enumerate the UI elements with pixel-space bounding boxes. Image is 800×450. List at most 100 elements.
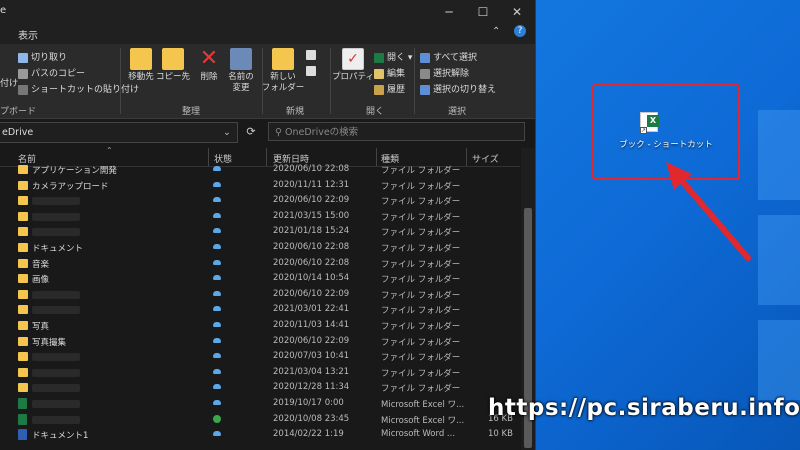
- new-item-icon[interactable]: [306, 50, 319, 61]
- edit-button[interactable]: 編集: [374, 66, 405, 79]
- file-name: アプリケーション開発: [32, 166, 117, 176]
- history-button[interactable]: 履歴: [374, 82, 405, 95]
- cloud-icon: [213, 431, 221, 437]
- cloud-icon: [213, 322, 221, 327]
- cloud-icon: [213, 290, 221, 296]
- address-row: eDrive ⌄ ⟳ ⚲ OneDriveの検索: [0, 119, 535, 145]
- tab-view[interactable]: 表示: [18, 27, 38, 42]
- table-row[interactable]: 2020/10/08 23:45 Microsoft Excel ワ... 16 K…: [0, 413, 520, 428]
- properties-label: プロパティ: [332, 72, 374, 82]
- table-row[interactable]: 画像 2020/10/14 10:54 ファイル フォルダー: [0, 272, 520, 287]
- cloud-icon: [213, 228, 221, 234]
- cut-button[interactable]: 切り取り: [18, 50, 67, 63]
- cloud-icon: [213, 197, 221, 203]
- delete-label: 削除: [200, 72, 218, 82]
- select-all-button[interactable]: すべて選択: [420, 50, 477, 63]
- table-row[interactable]: ドキュメント1 2014/02/22 1:19 Microsoft Word ...…: [0, 428, 520, 443]
- redacted-name: [32, 400, 80, 408]
- move-to-icon: [130, 48, 152, 70]
- desktop-light-pane: [758, 215, 800, 305]
- table-row[interactable]: 2020/06/10 22:09 ファイル フォルダー: [0, 194, 520, 209]
- minimize-button[interactable]: ─: [432, 0, 466, 24]
- new-folder-button[interactable]: 新しい フォルダー: [260, 48, 306, 94]
- file-type: ファイル フォルダー: [381, 337, 461, 348]
- copy-path-button[interactable]: パスのコピー: [18, 66, 85, 79]
- file-type: ファイル フォルダー: [381, 322, 461, 332]
- file-date: 2020/06/10 22:09: [273, 288, 350, 299]
- group-select-label: 選択: [448, 107, 467, 117]
- ribbon-expand-icon[interactable]: ⌃: [492, 26, 500, 37]
- table-row[interactable]: 2020/12/28 11:34 ファイル フォルダー: [0, 381, 520, 396]
- history-label: 履歴: [387, 85, 406, 95]
- copy-path-label: パスのコピー: [31, 69, 86, 79]
- desktop-light-pane: [758, 110, 800, 200]
- chevron-down-icon[interactable]: ⌄: [223, 123, 231, 142]
- folder-icon: [18, 180, 28, 190]
- paste-button[interactable]: 付け: [0, 76, 18, 89]
- table-row[interactable]: 2021/03/04 13:21 ファイル フォルダー: [0, 366, 520, 381]
- shortcut-arrow-icon: ↗: [640, 127, 647, 134]
- rename-button[interactable]: 名前の 変更: [218, 48, 264, 94]
- file-date: 2020/10/08 23:45: [273, 413, 350, 424]
- red-arrow-icon: [666, 162, 751, 261]
- folder-icon: [18, 227, 28, 237]
- group-new-label: 新規: [286, 107, 305, 117]
- select-none-label: 選択解除: [433, 69, 470, 79]
- copy-to-icon: [162, 48, 184, 70]
- table-row[interactable]: 音楽 2020/06/10 22:08 ファイル フォルダー: [0, 257, 520, 272]
- table-row[interactable]: 2021/03/01 22:41 ファイル フォルダー: [0, 303, 520, 318]
- file-date: 2020/10/14 10:54: [273, 273, 350, 284]
- file-type: ファイル フォルダー: [381, 212, 461, 223]
- title-bar[interactable]: e ─ ☐ ✕: [0, 0, 535, 24]
- table-row[interactable]: 2020/07/03 10:41 ファイル フォルダー: [0, 350, 520, 365]
- help-icon[interactable]: ?: [514, 25, 526, 37]
- table-row[interactable]: 2021/01/18 15:24 ファイル フォルダー: [0, 225, 520, 240]
- file-type: ファイル フォルダー: [381, 275, 461, 286]
- file-name: 画像: [32, 275, 50, 286]
- edit-label: 編集: [387, 69, 406, 79]
- search-input[interactable]: ⚲ OneDriveの検索: [268, 122, 525, 141]
- table-row[interactable]: ドキュメント 2020/06/10 22:08 ファイル フォルダー: [0, 241, 520, 256]
- table-row[interactable]: 2019/10/17 0:00 Microsoft Excel ワ...: [0, 397, 520, 412]
- file-date: 2020/06/10 22:09: [273, 195, 350, 206]
- new-folder-icon: [272, 48, 294, 70]
- word-file-icon: [18, 429, 27, 441]
- address-bar[interactable]: eDrive ⌄: [0, 122, 238, 143]
- easy-access-icon[interactable]: [306, 66, 319, 77]
- invert-selection-button[interactable]: 選択の切り替え: [420, 82, 496, 95]
- table-row[interactable]: アプリケーション開発 2020/06/10 22:08 ファイル フォルダー: [0, 163, 520, 178]
- folder-icon: [18, 211, 28, 221]
- sort-up-icon: ⌃: [106, 146, 113, 155]
- file-type: ファイル フォルダー: [381, 181, 461, 192]
- cloud-icon: [213, 275, 221, 281]
- maximize-button[interactable]: ☐: [466, 0, 500, 24]
- table-row[interactable]: 写真撮集 2020/06/10 22:09 ファイル フォルダー: [0, 335, 520, 350]
- file-type: Microsoft Excel ワ...: [381, 400, 465, 410]
- file-type: ファイル フォルダー: [381, 368, 461, 379]
- file-date: 2014/02/22 1:19: [273, 429, 344, 440]
- select-none-icon: [420, 68, 430, 79]
- select-none-button[interactable]: 選択解除: [420, 66, 469, 79]
- file-date: 2020/12/28 11:34: [273, 382, 350, 393]
- file-date: 2021/03/15 15:00: [273, 210, 350, 221]
- close-button[interactable]: ✕: [500, 0, 534, 24]
- shortcut-label[interactable]: ブック - ショートカット: [598, 138, 734, 150]
- excel-open-icon: [374, 52, 384, 63]
- ribbon-separator: [414, 48, 415, 114]
- folder-icon: [18, 274, 28, 284]
- file-date: 2020/06/10 22:08: [273, 242, 350, 252]
- properties-button[interactable]: ✓ プロパティ: [330, 48, 376, 83]
- file-type: Microsoft Word ...: [381, 429, 456, 440]
- table-row[interactable]: 2020/06/10 22:09 ファイル フォルダー: [0, 288, 520, 303]
- table-row[interactable]: カメラアップロード 2020/11/11 12:31 ファイル フォルダー: [0, 179, 520, 194]
- refresh-button[interactable]: ⟳: [240, 122, 262, 142]
- file-type: ファイル フォルダー: [381, 353, 461, 364]
- edit-icon: [374, 68, 384, 79]
- table-row[interactable]: 2021/03/15 15:00 ファイル フォルダー: [0, 210, 520, 225]
- group-clipboard-label: プボード: [0, 107, 37, 117]
- open-button[interactable]: 開く ▾: [374, 50, 412, 63]
- table-row[interactable]: 写真 2020/11/03 14:41 ファイル フォルダー: [0, 319, 520, 334]
- delete-x-icon: ✕: [199, 46, 219, 71]
- cloud-icon: [213, 166, 221, 171]
- excel-shortcut-icon[interactable]: X ↗: [640, 112, 659, 134]
